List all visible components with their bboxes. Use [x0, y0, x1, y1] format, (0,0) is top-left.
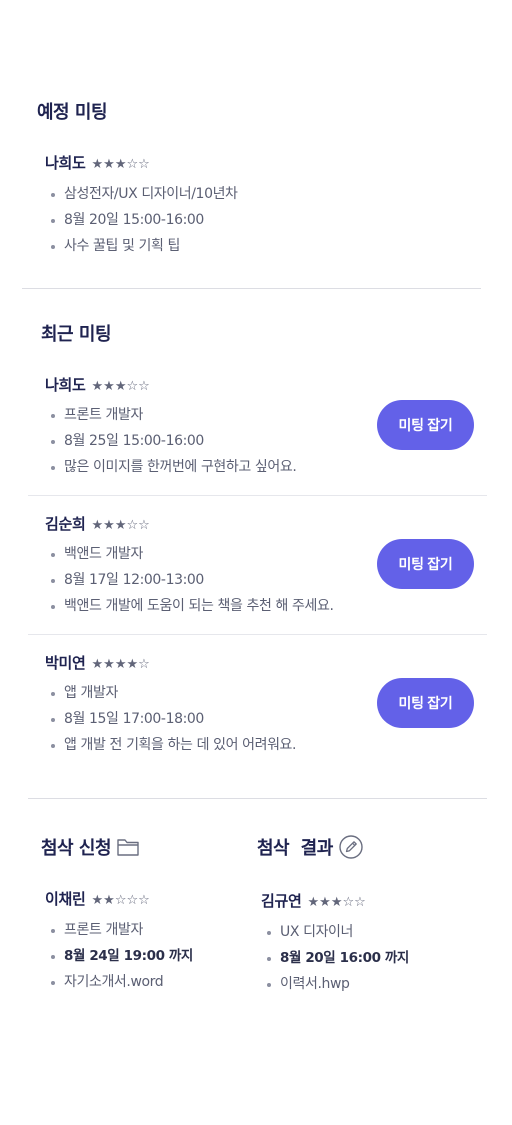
file-item[interactable]: 이력서.hwp [261, 971, 409, 997]
upcoming-meeting-card: 나희도 ★★★☆☆ 삼성전자/UX 디자이너/10년차 8월 20일 15:00… [45, 152, 238, 259]
recent-meeting-item: 김순희 ★★★☆☆ 백앤드 개발자 8월 17일 12:00-13:00 백앤드… [45, 513, 334, 619]
mentor-name: 박미연 [45, 654, 86, 672]
mentee-header: 김규연 ★★★☆☆ [261, 890, 409, 911]
detail-item: 앱 개발 전 기획을 하는 데 있어 어려워요. [45, 732, 296, 758]
item-divider [28, 634, 487, 635]
schedule-meeting-button[interactable]: 미팅 잡기 [377, 539, 474, 589]
section-divider [28, 798, 487, 799]
detail-item: 8월 17일 12:00-13:00 [45, 567, 334, 593]
recent-meeting-item: 나희도 ★★★☆☆ 프론트 개발자 8월 25일 15:00-16:00 많은 … [45, 374, 297, 480]
detail-item: 삼성전자/UX 디자이너/10년차 [45, 181, 238, 207]
review-result-title: 첨삭 결과 [257, 838, 333, 859]
recent-meeting-item: 박미연 ★★★★☆ 앱 개발자 8월 15일 17:00-18:00 앱 개발 … [45, 652, 296, 758]
detail-item: 프론트 개발자 [45, 402, 296, 428]
folder-icon[interactable] [111, 836, 140, 858]
rating-stars: ★★★☆☆ [91, 379, 150, 394]
meeting-details: 백앤드 개발자 8월 17일 12:00-13:00 백앤드 개발에 도움이 되… [45, 541, 334, 619]
detail-item: 많은 이미지를 한꺼번에 구현하고 싶어요. [45, 454, 297, 480]
deadline-item: 8월 20일 16:00 까지 [261, 945, 409, 971]
review-details: 프론트 개발자 8월 24일 19:00 까지 자기소개서.word [45, 917, 193, 995]
detail-item: 사수 꿀팁 및 기획 팁 [45, 233, 238, 259]
detail-item: 백앤드 개발자 [45, 541, 334, 567]
mentor-name: 나희도 [45, 376, 86, 394]
rating-stars: ★★★☆☆ [91, 518, 150, 533]
mentor-name: 나희도 [45, 154, 86, 172]
detail-item: 8월 15일 17:00-18:00 [45, 706, 296, 732]
detail-item: 백앤드 개발에 도움이 되는 책을 추천 해 주세요. [45, 593, 334, 619]
file-item[interactable]: 자기소개서.word [45, 969, 193, 995]
mentee-header: 이채린 ★★☆☆☆ [45, 888, 193, 909]
mentor-header: 김순희 ★★★☆☆ [45, 513, 334, 534]
review-request-card: 이채린 ★★☆☆☆ 프론트 개발자 8월 24일 19:00 까지 자기소개서.… [45, 888, 193, 995]
schedule-meeting-button[interactable]: 미팅 잡기 [377, 400, 474, 450]
edit-icon[interactable] [333, 834, 364, 860]
mentor-name: 김순희 [45, 515, 86, 533]
meeting-details: 프론트 개발자 8월 25일 15:00-16:00 많은 이미지를 한꺼번에 … [45, 402, 297, 480]
rating-stars: ★★☆☆☆ [91, 893, 150, 908]
deadline-item: 8월 24일 19:00 까지 [45, 943, 193, 969]
detail-item: UX 디자이너 [261, 919, 409, 945]
rating-stars: ★★★☆☆ [91, 157, 150, 172]
detail-item: 앱 개발자 [45, 680, 296, 706]
upcoming-section-title: 예정 미팅 [37, 102, 108, 123]
schedule-meeting-button[interactable]: 미팅 잡기 [377, 678, 474, 728]
item-divider [28, 495, 487, 496]
mentor-header: 박미연 ★★★★☆ [45, 652, 296, 673]
mentor-header: 나희도 ★★★☆☆ [45, 152, 238, 173]
detail-item: 8월 25일 15:00-16:00 [45, 428, 296, 454]
recent-section-title: 최근 미팅 [41, 324, 112, 345]
review-request-title: 첨삭 신청 [41, 838, 112, 859]
meeting-details: 삼성전자/UX 디자이너/10년차 8월 20일 15:00-16:00 사수 … [45, 181, 238, 259]
rating-stars: ★★★☆☆ [307, 895, 366, 910]
review-result-card: 김규연 ★★★☆☆ UX 디자이너 8월 20일 16:00 까지 이력서.hw… [261, 890, 409, 997]
section-divider [22, 288, 481, 289]
detail-item: 8월 20일 15:00-16:00 [45, 207, 238, 233]
detail-item: 프론트 개발자 [45, 917, 193, 943]
review-result-header: 첨삭 결과 [257, 834, 364, 860]
mentor-header: 나희도 ★★★☆☆ [45, 374, 296, 395]
meeting-details: 앱 개발자 8월 15일 17:00-18:00 앱 개발 전 기획을 하는 데… [45, 680, 296, 758]
mentee-name: 김규연 [261, 892, 302, 910]
review-details: UX 디자이너 8월 20일 16:00 까지 이력서.hwp [261, 919, 409, 997]
mentee-name: 이채린 [45, 890, 86, 908]
rating-stars: ★★★★☆ [91, 657, 150, 672]
review-request-header: 첨삭 신청 [41, 834, 140, 860]
